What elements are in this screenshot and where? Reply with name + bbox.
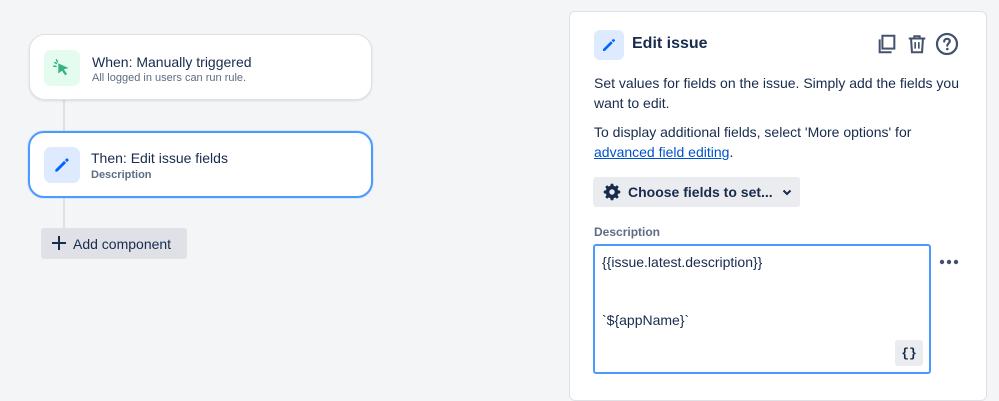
pencil-icon — [55, 158, 69, 172]
help-icon[interactable] — [935, 32, 959, 56]
textarea-line-1: {{issue.latest.description}} — [602, 254, 763, 270]
advanced-field-editing-link[interactable]: advanced field editing — [594, 144, 729, 160]
smart-values-button[interactable]: {} — [895, 340, 923, 366]
trigger-title: When: Manually triggered — [92, 54, 252, 70]
trigger-subtitle: All logged in users can run rule. — [92, 72, 247, 84]
choose-fields-button[interactable]: Choose fields to set... — [593, 177, 800, 207]
panel-title: Edit issue — [632, 35, 708, 52]
action-subtitle: Description — [91, 169, 152, 181]
connector-line-2 — [63, 197, 65, 229]
edit-issue-panel: Edit issue Set values for fields on the … — [569, 11, 987, 401]
trigger-card[interactable]: When: Manually triggered All logged in u… — [29, 34, 372, 100]
plus-icon — [51, 233, 67, 255]
trash-icon[interactable] — [905, 32, 929, 56]
action-icon-box — [44, 147, 80, 183]
choose-fields-label: Choose fields to set... — [628, 184, 773, 200]
more-options-suffix: . — [729, 144, 734, 160]
panel-icon-box — [594, 30, 624, 60]
trigger-icon-box — [44, 50, 80, 86]
pencil-icon — [603, 39, 615, 51]
textarea-line-4: `${appName}` — [602, 312, 690, 328]
description-textarea[interactable]: {{issue.latest.description}} `${appName}… — [593, 244, 931, 374]
gear-icon — [603, 183, 621, 201]
intro-text: Set values for fields on the issue. Simp… — [594, 75, 959, 111]
chevron-down-icon — [782, 189, 791, 196]
action-card[interactable]: Then: Edit issue fields Description — [28, 131, 373, 198]
copy-icon[interactable] — [875, 32, 899, 56]
more-options-icon[interactable] — [936, 252, 962, 272]
action-title: Then: Edit issue fields — [91, 150, 228, 166]
more-options-text: To display additional fields, select 'Mo… — [594, 122, 974, 162]
connector-line-1 — [63, 99, 65, 132]
add-component-button[interactable]: Add component — [41, 228, 187, 259]
description-field-label: Description — [594, 225, 661, 239]
more-options-prefix: To display additional fields, select 'Mo… — [594, 124, 912, 140]
cursor-click-icon — [53, 59, 69, 76]
add-component-label: Add component — [73, 235, 172, 252]
